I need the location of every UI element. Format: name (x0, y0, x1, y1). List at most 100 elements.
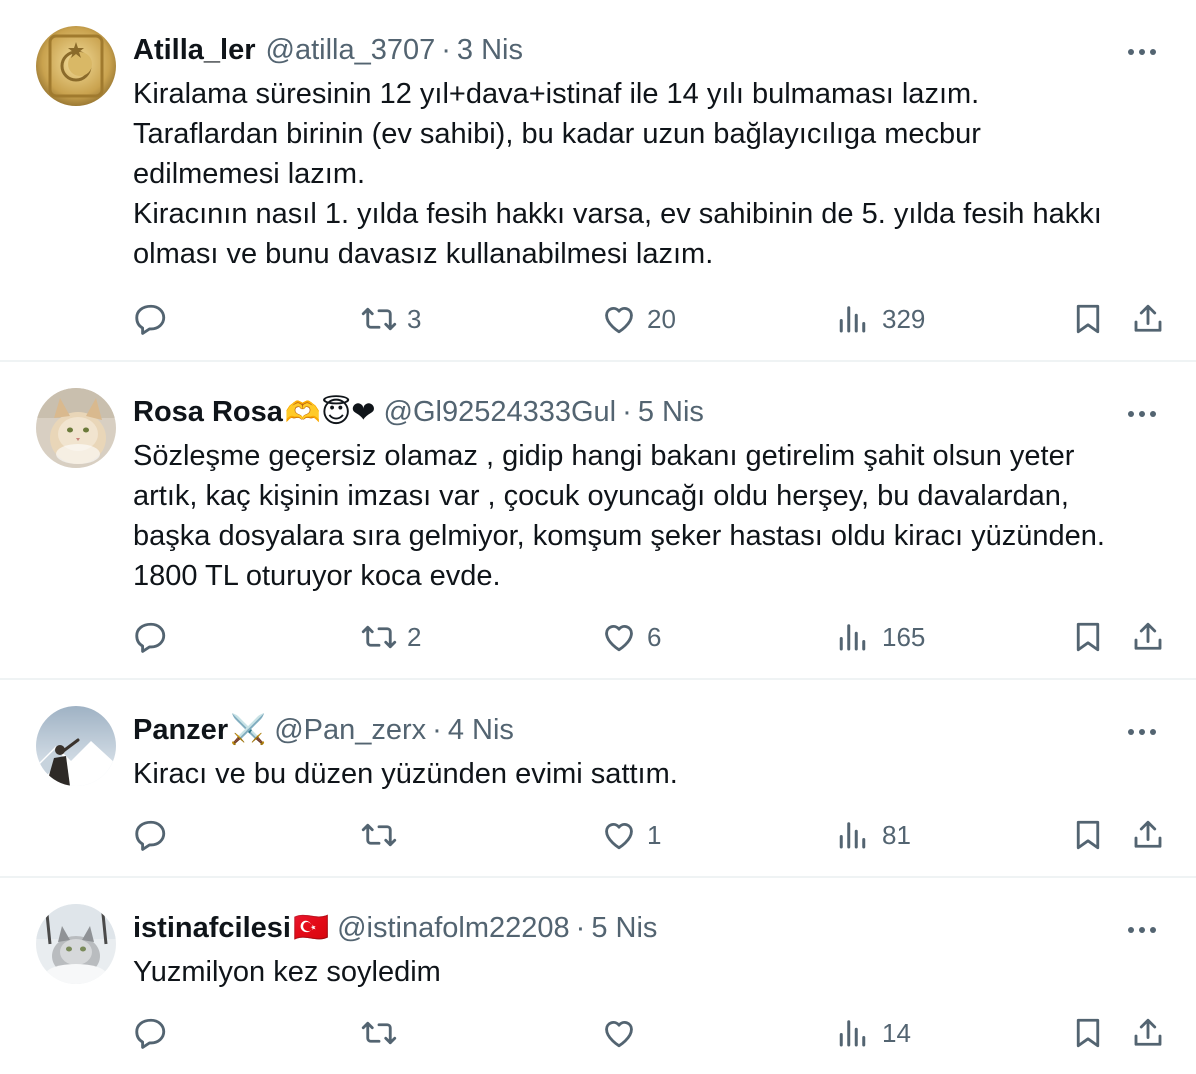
post-text-line: artık, kaç kişinin imzası var , çocuk oy… (133, 480, 1069, 512)
author-name[interactable]: Atilla_ler (133, 34, 256, 67)
repost-count: 2 (407, 621, 422, 652)
repost-button[interactable] (361, 1011, 407, 1055)
post-text-line: 1800 TL oturuyor koca evde. (133, 560, 501, 592)
post-date[interactable]: 5 Nis (638, 396, 704, 429)
author-handle[interactable]: @istinafolm22208 (337, 912, 570, 945)
views-button[interactable]: 329 (836, 297, 925, 341)
post-text-line: Kiralama süresinin 12 yıl+dava+istinaf i… (133, 78, 980, 110)
bookmark-icon (1076, 820, 1100, 850)
like-icon (605, 1020, 633, 1048)
views-icon (839, 306, 866, 333)
author-name[interactable]: Rosa Rosa (133, 396, 283, 429)
post-date[interactable]: 4 Nis (448, 714, 514, 747)
author-emoji: 🫶😇❤ (284, 396, 376, 429)
post-text: Sözleşme geçersiz olamaz , gidip hangi b… (133, 436, 1173, 596)
action-bar: 2 6 165 (133, 615, 1168, 659)
share-button[interactable] (1130, 1011, 1166, 1055)
share-button[interactable] (1130, 813, 1166, 857)
repost-button[interactable] (361, 813, 407, 857)
bookmark-icon (1076, 304, 1100, 334)
more-icon[interactable] (1122, 32, 1162, 72)
post-header: istinafcilesi 🇹🇷 @istinafolm22208 · 5 Ni… (133, 908, 1126, 948)
repost-button[interactable]: 3 (361, 297, 421, 341)
views-count: 165 (882, 621, 926, 652)
reply-button[interactable] (133, 297, 179, 341)
repost-button[interactable]: 2 (361, 615, 421, 659)
reply-button[interactable] (133, 813, 179, 857)
share-button[interactable] (1130, 297, 1166, 341)
more-icon[interactable] (1122, 394, 1162, 434)
bookmark-button[interactable] (1070, 813, 1106, 857)
repost-icon (361, 1021, 397, 1045)
author-emoji: ⚔️ (230, 714, 267, 746)
like-icon (605, 822, 633, 850)
avatar[interactable] (36, 904, 116, 984)
post-item[interactable]: Panzer ⚔️ @Pan_zerx · 4 Nis Kiracı ve bu… (0, 680, 1196, 878)
separator-dot: · (622, 395, 632, 428)
share-icon (1134, 820, 1162, 848)
bookmark-button[interactable] (1070, 615, 1106, 659)
reply-button[interactable] (133, 1011, 179, 1055)
post-item[interactable]: Rosa Rosa 🫶😇❤ @Gl92524333Gul · 5 Nis Söz… (0, 362, 1196, 680)
like-count: 6 (647, 621, 662, 652)
action-bar: 1 81 (133, 813, 1168, 857)
views-button[interactable]: 81 (836, 813, 911, 857)
like-button[interactable]: 20 (601, 297, 676, 341)
bookmark-button[interactable] (1070, 297, 1106, 341)
post-text-line: olması ve bunu davasız kullanabilmesi la… (133, 238, 714, 270)
repost-count: 3 (407, 303, 422, 334)
post-text: Kiracı ve bu düzen yüzünden evimi sattım… (133, 754, 1173, 794)
repost-icon (361, 307, 397, 331)
post-text-line: başka dosyalara sıra gelmiyor, komşum şe… (133, 520, 1105, 552)
post-header: Atilla_ler @atilla_3707 · 3 Nis (133, 30, 1126, 70)
share-icon (1134, 622, 1162, 650)
like-count: 20 (647, 303, 676, 334)
author-handle[interactable]: @Gl92524333Gul (384, 396, 617, 429)
share-icon (1134, 304, 1162, 332)
separator-dot: · (575, 911, 586, 944)
post-text: Yuzmilyon kez soyledim (133, 952, 1173, 992)
author-emoji: 🇹🇷 (292, 912, 330, 944)
repost-icon (361, 625, 397, 649)
like-button[interactable]: 1 (601, 813, 661, 857)
like-icon (605, 624, 633, 652)
post-item[interactable]: Atilla_ler @atilla_3707 · 3 Nis Kiralama… (0, 0, 1196, 362)
post-text: Kiralama süresinin 12 yıl+dava+istinaf i… (133, 74, 1173, 274)
reply-icon (135, 622, 166, 653)
views-icon (839, 624, 866, 651)
author-name[interactable]: Panzer (133, 714, 228, 747)
more-icon[interactable] (1122, 910, 1162, 950)
like-count: 1 (647, 819, 662, 850)
avatar[interactable] (36, 706, 116, 786)
views-button[interactable]: 14 (836, 1011, 911, 1055)
post-text-line: Kiracının nasıl 1. yılda fesih hakkı var… (133, 198, 1102, 230)
post-item[interactable]: istinafcilesi 🇹🇷 @istinafolm22208 · 5 Ni… (0, 878, 1196, 1074)
views-count: 329 (882, 303, 926, 334)
bookmark-icon (1076, 1018, 1100, 1048)
reply-button[interactable] (133, 615, 179, 659)
reply-icon (135, 304, 166, 335)
views-button[interactable]: 165 (836, 615, 925, 659)
reply-icon (135, 1018, 166, 1049)
author-handle[interactable]: @Pan_zerx (274, 714, 426, 747)
avatar[interactable] (36, 388, 116, 468)
author-name[interactable]: istinafcilesi (133, 912, 291, 945)
post-text-line: edilmemesi lazım. (133, 158, 366, 190)
action-bar: 14 (133, 1011, 1168, 1055)
avatar[interactable] (36, 26, 116, 106)
share-icon (1134, 1018, 1162, 1046)
post-text-line: Yuzmilyon kez soyledim (133, 956, 441, 988)
share-button[interactable] (1130, 615, 1166, 659)
repost-icon (361, 823, 397, 847)
post-text-line: Kiracı ve bu düzen yüzünden evimi sattım… (133, 758, 678, 790)
views-icon (839, 1020, 866, 1047)
separator-dot: · (441, 33, 451, 66)
post-date[interactable]: 5 Nis (591, 912, 657, 945)
author-handle[interactable]: @atilla_3707 (266, 34, 436, 67)
post-date[interactable]: 3 Nis (457, 34, 523, 67)
bookmark-button[interactable] (1070, 1011, 1106, 1055)
like-button[interactable] (601, 1011, 647, 1055)
like-button[interactable]: 6 (601, 615, 661, 659)
more-icon[interactable] (1122, 712, 1162, 752)
views-icon (839, 822, 866, 849)
